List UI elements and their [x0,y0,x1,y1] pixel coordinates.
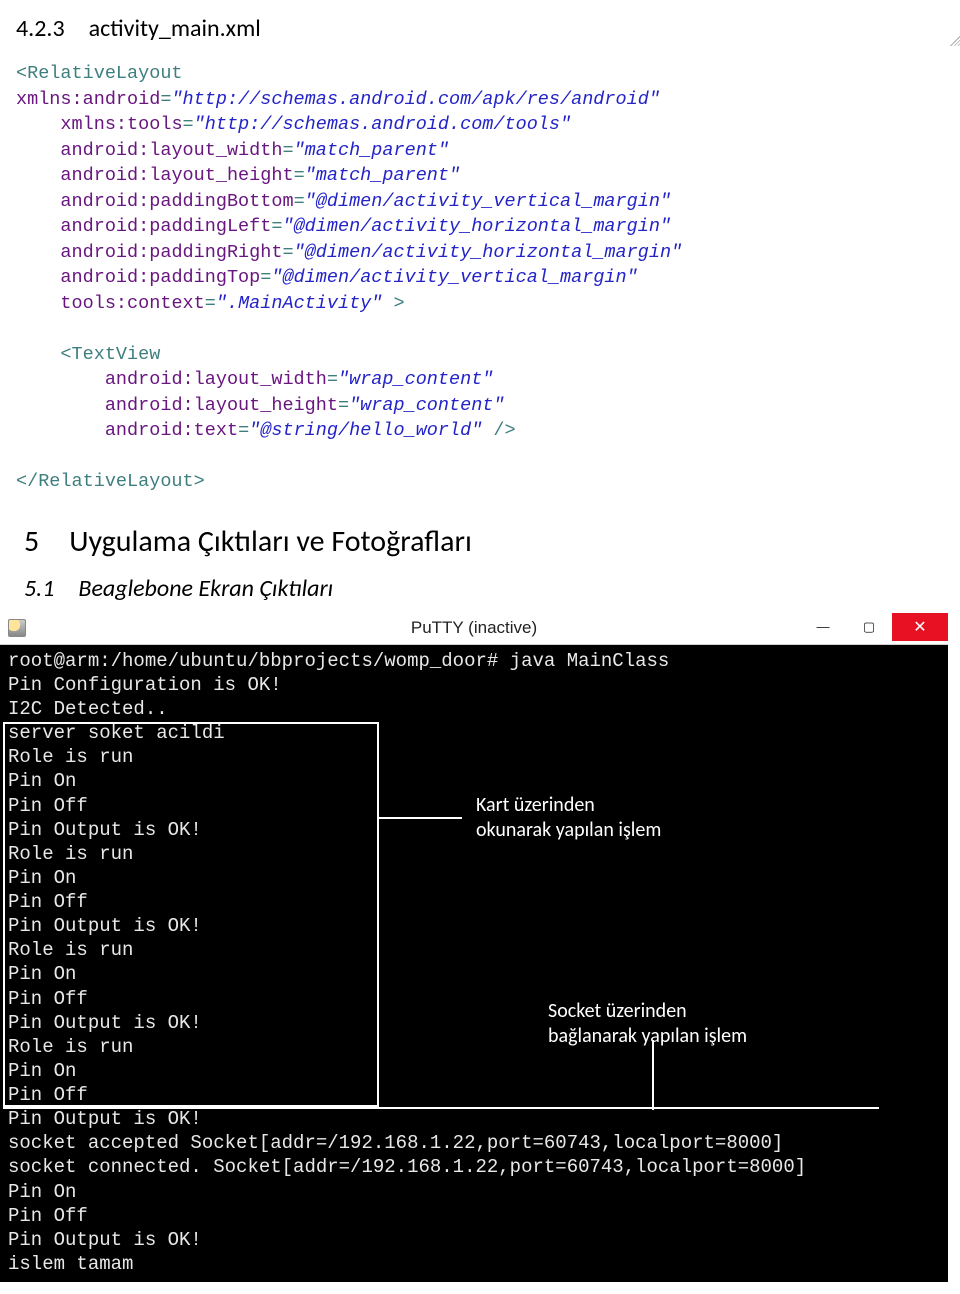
terminal-line: Pin On [8,1180,940,1204]
terminal-body[interactable]: root@arm:/home/ubuntu/bbprojects/womp_do… [0,645,948,1282]
terminal-line: Pin On [8,769,940,793]
terminal-line: root@arm:/home/ubuntu/bbprojects/womp_do… [8,649,940,673]
heading-4.2.3: 4.2.3 activity_main.xml [16,14,944,43]
terminal-line: Pin Output is OK! [8,1228,940,1252]
attr: android:layout_width [105,369,327,390]
attr: android:paddingBottom [60,191,293,212]
attr: android:paddingTop [60,267,260,288]
terminal-line: Pin Off [8,1083,940,1107]
attr-val: "http://schemas.android.com/tools" [194,114,571,135]
terminal-line: Role is run [8,1035,940,1059]
terminal-line: socket connected. Socket[addr=/192.168.1… [8,1155,940,1179]
attr: android:layout_height [105,395,338,416]
attr-val: "wrap_content" [349,395,504,416]
attr: android:paddingRight [60,242,282,263]
terminal-line: I2C Detected.. [8,697,940,721]
terminal-line: Pin Off [8,890,940,914]
terminal-line: Pin Off [8,1204,940,1228]
terminal-line: Pin Output is OK! [8,1107,940,1131]
terminal-line: islem tamam [8,1252,940,1276]
resize-grip-icon[interactable] [950,34,960,46]
attr: android:text [105,420,238,441]
putty-icon [8,619,26,637]
attr-val: "@dimen/activity_vertical_margin" [305,191,671,212]
terminal-line: Pin Off [8,794,940,818]
tag-open: <RelativeLayout [16,63,183,84]
maximize-button[interactable]: ▢ [846,613,892,641]
attr-val: "wrap_content" [338,369,493,390]
minimize-button[interactable]: — [800,613,846,641]
terminal-line: Role is run [8,842,940,866]
attr-val: "match_parent" [294,140,449,161]
attr: xmlns:tools [60,114,182,135]
attr-val: "@dimen/activity_vertical_margin" [271,267,637,288]
attr-val: ".MainActivity" [216,293,383,314]
heading-5: 5 Uygulama Çıktıları ve Fotoğrafları [16,523,944,560]
titlebar[interactable]: PuTTY (inactive) — ▢ ✕ [0,613,948,645]
attr: android:paddingLeft [60,216,271,237]
terminal-line: Pin Configuration is OK! [8,673,940,697]
terminal-line: Pin Off [8,987,940,1011]
annotation-connector-1 [379,817,462,819]
attr-val: "match_parent" [305,165,460,186]
close-button[interactable]: ✕ [892,613,948,641]
terminal-line: server soket acildi [8,721,940,745]
attr-val: "@dimen/activity_horizontal_margin" [294,242,683,263]
terminal-line: Role is run [8,938,940,962]
attr: android:layout_height [60,165,293,186]
tag-open: <TextView [60,344,160,365]
annotation-connector-2 [652,1040,654,1110]
terminal-line: Pin On [8,962,940,986]
terminal-line: Pin Output is OK! [8,1011,940,1035]
tag-close: </RelativeLayout> [16,471,205,492]
terminal-line: socket accepted Socket[addr=/192.168.1.2… [8,1131,940,1155]
attr: android:layout_width [60,140,282,161]
terminal-line: Pin Output is OK! [8,914,940,938]
putty-window: PuTTY (inactive) — ▢ ✕ root@arm:/home/ub… [0,613,948,1282]
attr-val: "http://schemas.android.com/apk/res/andr… [171,89,659,110]
attr: tools:context [60,293,204,314]
attr-val: "@string/hello_world" [249,420,482,441]
annotation-label-1: Kart üzerinden okunarak yapılan işlem [476,793,661,843]
attr-val: "@dimen/activity_horizontal_margin" [282,216,671,237]
terminal-line: Pin On [8,866,940,890]
terminal-line: Pin Output is OK! [8,818,940,842]
xml-code-block: <RelativeLayout xmlns:android="http://sc… [16,61,944,495]
terminal-line: Role is run [8,745,940,769]
attr: xmlns:android [16,89,160,110]
annotation-label-2: Socket üzerinden bağlanarak yapılan işle… [548,999,747,1049]
heading-5.1: 5.1 Beaglebone Ekran Çıktıları [16,574,944,603]
terminal-line: Pin On [8,1059,940,1083]
